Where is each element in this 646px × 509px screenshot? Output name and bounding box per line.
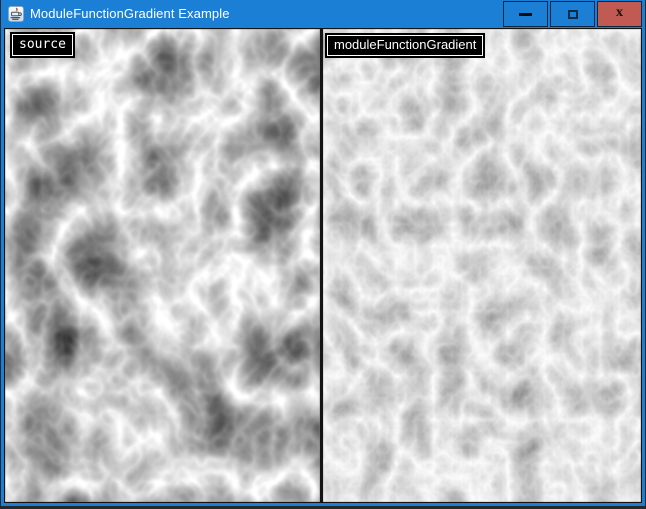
source-image-label-text: source [19, 37, 66, 52]
maximize-icon [568, 10, 578, 19]
close-icon: x [616, 6, 623, 20]
modulefunctiongradient-image-label: moduleFunctionGradient [327, 35, 483, 56]
close-button[interactable]: x [597, 1, 642, 27]
modulefunctiongradient-image-panel: moduleFunctionGradient [323, 29, 641, 502]
minimize-icon [519, 13, 532, 16]
content-area: source [4, 28, 642, 503]
maximize-button[interactable] [550, 1, 595, 27]
modulefunctiongradient-noise-image [323, 29, 641, 502]
java-coffee-cup-icon [8, 6, 24, 22]
source-image-label: source [12, 34, 73, 56]
window-title: ModuleFunctionGradient Example [30, 0, 230, 28]
titlebar[interactable]: ModuleFunctionGradient Example x [4, 0, 642, 28]
window-controls: x [501, 1, 642, 27]
minimize-button[interactable] [503, 1, 548, 27]
source-noise-image [5, 29, 320, 502]
source-image-panel: source [5, 29, 320, 502]
modulefunctiongradient-image-label-text: moduleFunctionGradient [334, 37, 476, 52]
application-window: ModuleFunctionGradient Example x [1, 0, 645, 506]
